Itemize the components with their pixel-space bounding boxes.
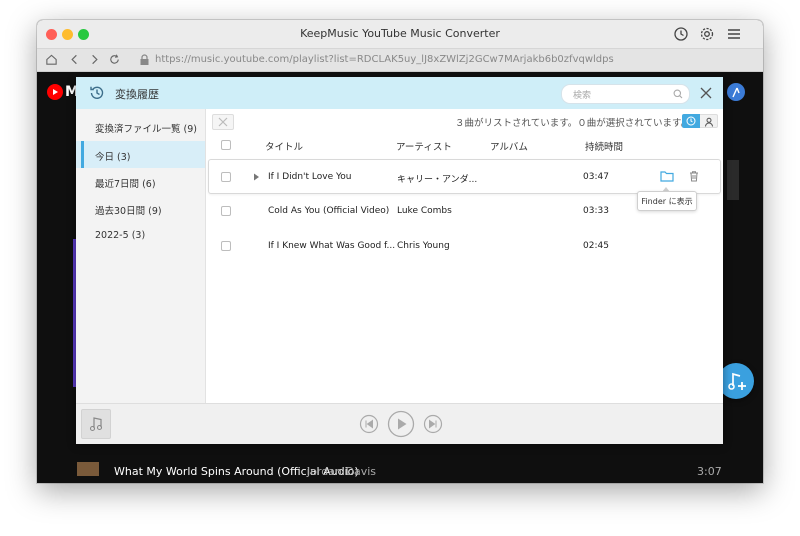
music-add-icon [728, 372, 746, 390]
view-by-artist-toggle[interactable] [700, 114, 718, 128]
delete-selected-button[interactable] [212, 114, 234, 130]
sidebar-item-count: (9) [148, 206, 162, 217]
list-status-text: ３曲がリストされています。０曲が選択されています。 [455, 118, 691, 129]
expand-arrow-icon[interactable] [253, 173, 260, 181]
sidebar-item-label: 変換済ファイル一覧 [95, 124, 181, 135]
sidebar-item-2022-5[interactable]: 2022-5 (3) [76, 222, 205, 249]
lock-icon [140, 54, 149, 65]
tooltip-text: Finder に表示 [641, 197, 693, 206]
music-note-icon [89, 417, 103, 432]
background-scrollbar[interactable] [727, 160, 739, 200]
sidebar-item-all-files[interactable]: 変換済ファイル一覧 (9) [76, 113, 205, 140]
row-artist: キャリー・アンダ... [397, 175, 478, 185]
previous-track-icon[interactable] [359, 414, 379, 434]
folder-icon[interactable] [660, 170, 674, 182]
url-text[interactable]: https://music.youtube.com/playlist?list=… [155, 54, 614, 65]
sidebar-item-label: 2022-5 [95, 230, 129, 241]
select-all-checkbox[interactable] [221, 140, 231, 150]
gear-icon[interactable] [699, 26, 715, 42]
column-header-title[interactable]: タイトル [265, 139, 303, 153]
search-input[interactable]: 検索 [561, 84, 690, 104]
row-artist: Chris Young [397, 241, 450, 251]
history-sidebar: 変換済ファイル一覧 (9) 今日 (3) 最近7日間 (6) 過去30日間 (9… [76, 109, 206, 403]
sidebar-item-last-30-days[interactable]: 過去30日間 (9) [76, 195, 205, 222]
player-bar [76, 403, 723, 444]
row-duration: 03:33 [583, 206, 609, 216]
avatar[interactable] [727, 83, 745, 101]
column-header-album[interactable]: アルバム [490, 139, 528, 153]
reload-icon[interactable] [108, 53, 121, 66]
sidebar-item-label: 過去30日間 [95, 206, 146, 217]
trash-icon[interactable] [688, 170, 700, 182]
close-icon [218, 117, 228, 127]
table-row[interactable]: If I Didn't Love You キャリー・アンダ... 03:47 [208, 159, 721, 194]
add-music-button[interactable] [718, 363, 754, 399]
row-title: Cold As You (Official Video) [268, 206, 390, 216]
window-title: KeepMusic YouTube Music Converter [300, 27, 500, 40]
next-track-icon[interactable] [423, 414, 443, 434]
background-thumbnail [77, 462, 99, 476]
column-header-duration[interactable]: 持続時間 [585, 139, 623, 153]
conversion-history-dialog: 変換履歴 検索 変換済ファイル一覧 (9) 今日 (3) 最近7日間 (6) 過… [76, 77, 723, 444]
row-checkbox[interactable] [221, 172, 231, 182]
history-icon[interactable] [673, 26, 689, 42]
youtube-music-logo[interactable] [47, 84, 63, 100]
album-art-placeholder [81, 409, 111, 439]
background-song-duration: 3:07 [697, 465, 722, 478]
forward-icon[interactable] [88, 53, 101, 66]
sidebar-item-count: (6) [142, 179, 156, 190]
close-icon[interactable] [700, 87, 712, 99]
dialog-title: 変換履歴 [115, 88, 159, 101]
dialog-header: 変換履歴 検索 [76, 77, 723, 109]
background-song-artist[interactable]: Jordan Davis [307, 465, 376, 478]
column-header-artist[interactable]: アーティスト [396, 139, 452, 153]
row-title: If I Knew What Was Good f... [268, 241, 396, 251]
browser-toolbar: https://music.youtube.com/playlist?list=… [37, 49, 763, 72]
row-checkbox[interactable] [221, 206, 231, 216]
avatar-glyph-icon [732, 87, 740, 98]
row-duration: 02:45 [583, 241, 609, 251]
history-icon [90, 86, 104, 99]
show-in-finder-tooltip: Finder に表示 [637, 191, 697, 211]
row-artist: Luke Combs [397, 206, 452, 216]
person-icon [705, 117, 713, 127]
title-bar: KeepMusic YouTube Music Converter [37, 20, 763, 49]
row-checkbox[interactable] [221, 241, 231, 251]
sidebar-item-today[interactable]: 今日 (3) [76, 141, 205, 168]
sidebar-item-label: 最近7日間 [95, 179, 140, 190]
play-icon[interactable] [387, 410, 415, 438]
clock-icon [686, 116, 696, 126]
search-placeholder: 検索 [573, 91, 592, 101]
view-by-time-toggle[interactable] [682, 114, 700, 128]
row-duration: 03:47 [583, 172, 609, 182]
sidebar-item-count: (3) [117, 152, 131, 163]
search-icon[interactable] [673, 89, 683, 99]
play-logo-icon [53, 89, 58, 95]
row-title: If I Didn't Love You [268, 172, 352, 182]
table-row[interactable]: If I Knew What Was Good f... Chris Young… [208, 229, 719, 262]
sidebar-item-count: (3) [131, 230, 146, 241]
menu-icon[interactable] [726, 26, 742, 42]
sidebar-item-label: 今日 [95, 152, 115, 163]
sidebar-item-count: (9) [183, 124, 198, 135]
back-icon[interactable] [68, 53, 81, 66]
home-icon[interactable] [45, 53, 58, 66]
sidebar-item-last-7-days[interactable]: 最近7日間 (6) [76, 168, 205, 195]
